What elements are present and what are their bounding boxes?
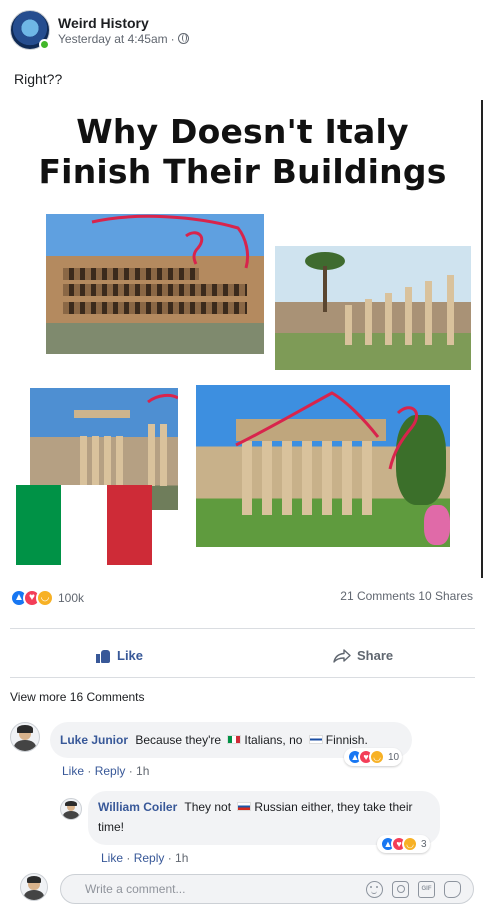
comment-reply-link[interactable]: Reply [134,851,165,865]
engagement-stats[interactable]: 21 Comments 10 Shares [340,589,473,603]
like-button[interactable]: Like [96,648,143,663]
comment-like-link[interactable]: Like [101,851,123,865]
page-name-link[interactable]: Weird History [58,15,189,31]
post-image[interactable]: Why Doesn't Italy Finish Their Buildings [0,98,485,578]
divider [10,677,475,678]
composer-icons: GIF [366,881,461,898]
gif-icon[interactable]: GIF [418,881,435,898]
comment-like-link[interactable]: Like [62,764,84,778]
sticker-icon[interactable] [444,881,461,898]
flag-stripe-green [16,485,62,565]
comment-author[interactable]: William Coiler [98,800,177,814]
italy-flag-icon [227,735,242,744]
divider [10,628,475,629]
reaction-count: 100k [58,591,85,605]
comment-reaction-count: 10 [388,751,400,763]
comment-input[interactable] [85,882,345,896]
post-header-text: Weird History Yesterday at 4:45am · [58,15,189,46]
comment-text-before: They not [184,800,232,814]
avatar[interactable] [10,722,40,752]
share-button-label: Share [357,648,394,663]
page-avatar[interactable] [10,10,50,50]
haha-icon: ◡ [402,836,418,852]
post-timestamp[interactable]: Yesterday at 4:45am [58,32,168,46]
share-button[interactable]: Share [333,648,393,663]
meme-headline-line2: Finish Their Buildings [38,152,447,191]
meta-separator: · [170,31,175,46]
comment-text-before: Because they're [135,733,222,747]
camera-icon[interactable] [392,881,409,898]
red-annotation-icon [91,214,250,269]
comment-time[interactable]: 1h [136,764,149,778]
colosseum-photo [46,214,264,354]
avatar[interactable] [60,798,82,820]
thumbs-up-icon [96,649,111,663]
italian-flag [16,485,152,565]
current-user-avatar[interactable] [20,873,48,901]
comment-actions: Like · Reply · 1h [101,851,189,865]
comment-reply-link[interactable]: Reply [95,764,126,778]
finland-flag-icon [308,735,323,744]
greek-temple-photo [196,385,450,547]
comment-reactions[interactable]: ▲ ♥ ◡ 10 [344,748,403,766]
image-border [481,100,483,578]
flag-stripe-red [106,485,152,565]
comment-actions: Like · Reply · 1h [62,764,150,778]
comment-reactions[interactable]: ▲ ♥ ◡ 3 [377,835,430,853]
view-more-comments-link[interactable]: View more 16 Comments [10,690,145,704]
russia-flag-icon [237,802,252,811]
flag-stripe-white [61,485,107,565]
comment-text-after: Finnish. [325,733,368,747]
emoji-icon[interactable] [366,881,383,898]
ruined-columns-photo [275,246,471,370]
comment-text-middle: Italians, no [244,733,303,747]
comment-time[interactable]: 1h [175,851,188,865]
post-header: Weird History Yesterday at 4:45am · [10,8,189,52]
comment-reaction-count: 3 [421,838,427,850]
online-status-badge [39,39,50,50]
comment-author[interactable]: Luke Junior [60,733,128,747]
comment-composer[interactable]: GIF [60,874,474,904]
meme-headline: Why Doesn't Italy Finish Their Buildings [0,112,485,192]
haha-icon: ◡ [369,749,385,765]
meme-headline-line1: Why Doesn't Italy [76,112,409,151]
post-reactions-summary[interactable]: ▲ ♥ ◡ 100k [10,589,84,607]
post-meta: Yesterday at 4:45am · [58,32,189,46]
like-button-label: Like [117,648,144,663]
red-annotation-icon [235,391,419,470]
post-text: Right?? [14,71,63,87]
haha-icon: ◡ [36,589,54,607]
share-arrow-icon [333,648,351,663]
globe-icon [177,33,189,44]
